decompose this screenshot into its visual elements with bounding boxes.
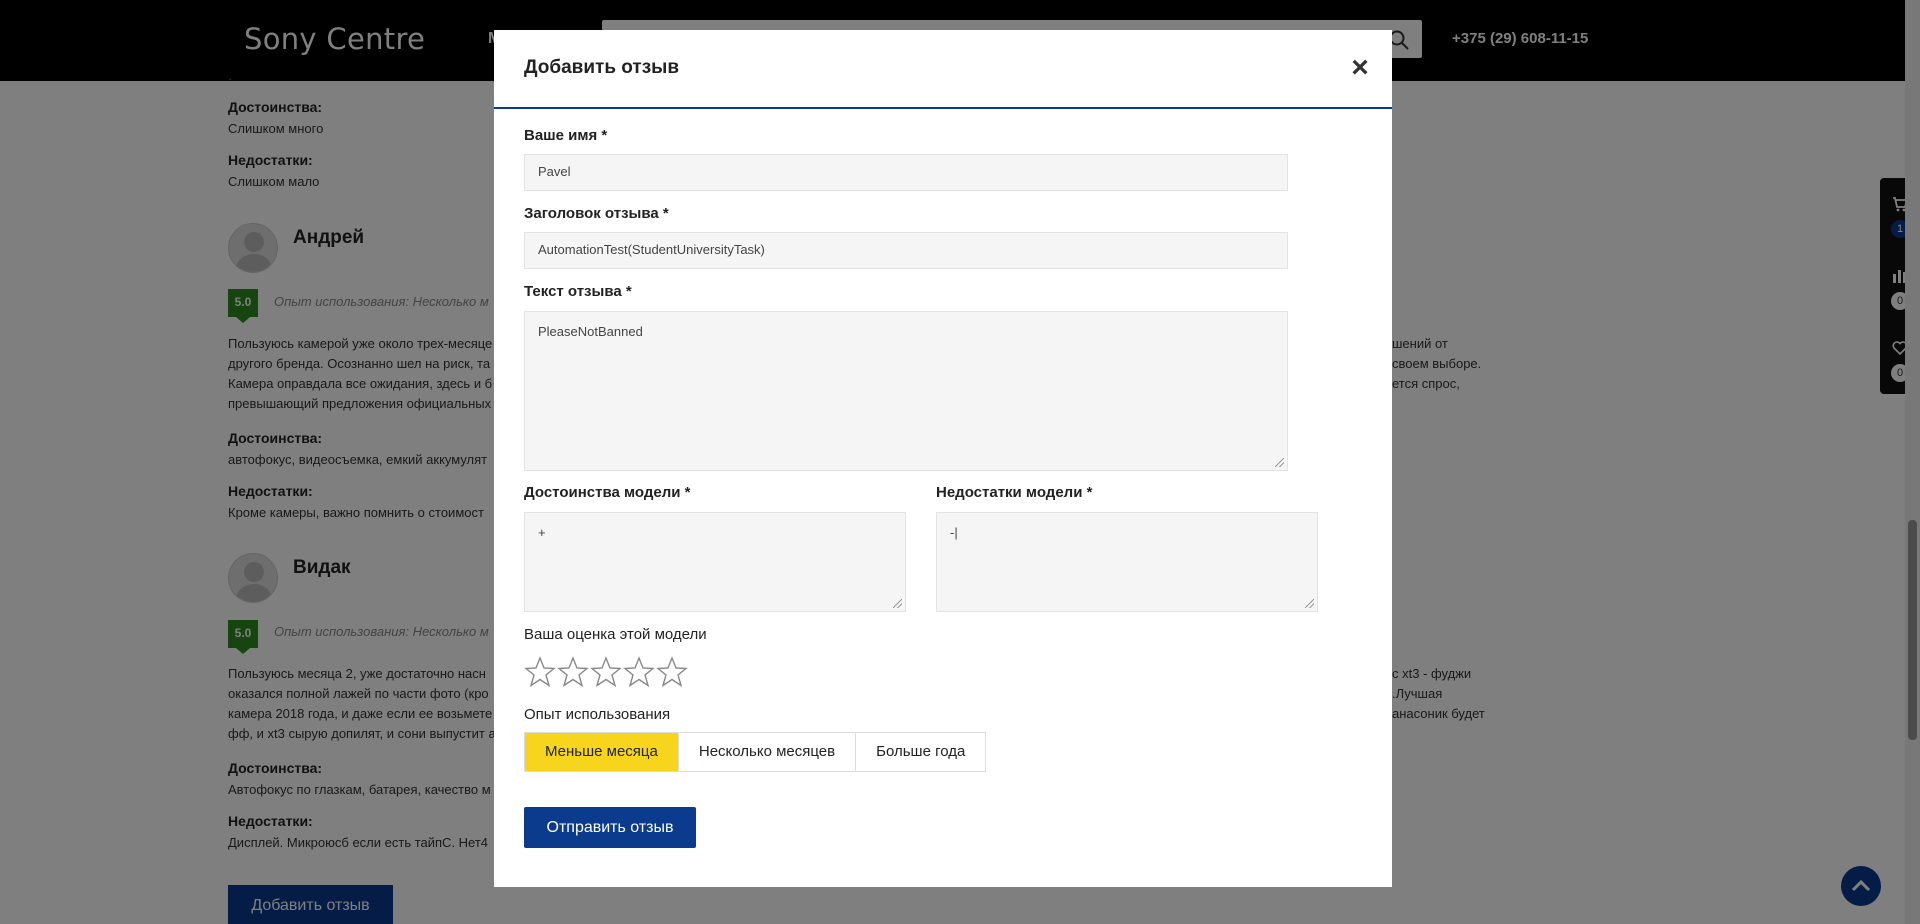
review-text-label: Текст отзыва *	[524, 283, 632, 300]
experience-option[interactable]: Меньше месяца	[525, 733, 679, 771]
star-icon[interactable]	[656, 656, 688, 688]
star-icon[interactable]	[590, 656, 622, 688]
rating-stars[interactable]	[524, 656, 689, 688]
resize-grip-icon[interactable]	[1305, 599, 1314, 608]
star-icon[interactable]	[557, 656, 589, 688]
name-field[interactable]: Pavel	[524, 154, 1288, 191]
add-review-modal: Добавить отзыв × Ваше имя * Pavel Заголо…	[494, 30, 1392, 887]
rating-label: Ваша оценка этой модели	[524, 626, 707, 643]
close-icon[interactable]: ×	[1346, 53, 1374, 83]
experience-option[interactable]: Несколько месяцев	[678, 733, 857, 771]
review-text-area[interactable]: PleaseNotBanned	[524, 311, 1288, 471]
experience-selector: Меньше месяца Несколько месяцев Больше год…	[524, 732, 987, 772]
pros-text-area[interactable]: +	[524, 512, 906, 612]
experience-option[interactable]: Больше года	[856, 733, 986, 771]
star-icon[interactable]	[623, 656, 655, 688]
modal-header: Добавить отзыв ×	[494, 30, 1392, 109]
headline-field[interactable]: AutomationTest(StudentUniversityTask)	[524, 232, 1288, 269]
resize-grip-icon[interactable]	[893, 599, 902, 608]
cons-text-area[interactable]: -|	[936, 512, 1318, 612]
experience-label: Опыт использования	[524, 706, 671, 723]
modal-title: Добавить отзыв	[524, 57, 680, 78]
submit-review-button[interactable]: Отправить отзыв	[524, 807, 696, 848]
cons-field-label: Недостатки модели *	[936, 484, 1093, 501]
resize-grip-icon[interactable]	[1275, 458, 1284, 467]
star-icon[interactable]	[524, 656, 556, 688]
name-label: Ваше имя *	[524, 127, 608, 144]
pros-field-label: Достоинства модели *	[524, 484, 691, 501]
headline-label: Заголовок отзыва *	[524, 205, 669, 222]
